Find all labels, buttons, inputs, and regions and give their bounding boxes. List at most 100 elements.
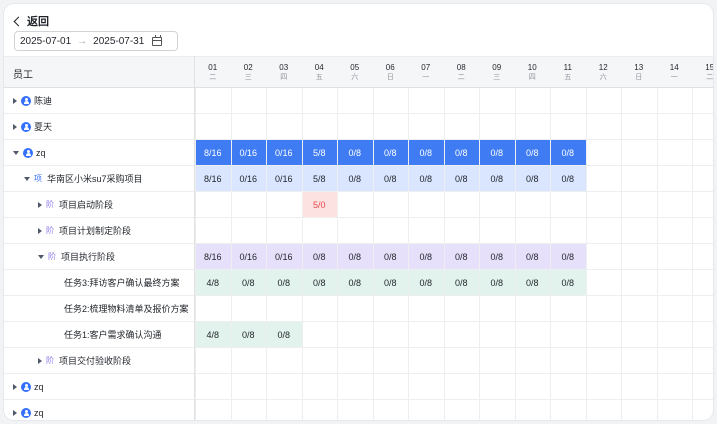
workload-cell[interactable]: 0/8	[479, 270, 515, 295]
back-button[interactable]: 返回	[13, 12, 49, 30]
date-range-picker[interactable]: 2025-07-01 → 2025-07-31	[14, 31, 178, 51]
task-row[interactable]: 任务3:拜访客户确认最终方案 4/8 0/8 0/8 0/8 0/8 0/8 0/8 0/8 0/…	[4, 270, 713, 296]
workload-cell[interactable]: 0/8	[266, 322, 302, 347]
phase-label[interactable]: 阶项目启动阶段	[38, 192, 113, 217]
person-row[interactable]: zq 8/16 0/16 0/16 5/8 0/8 0/8 0/8 0/8 0/8 0/8 0/8	[4, 140, 713, 166]
workload-cell[interactable]: 0/8	[230, 322, 266, 347]
phase-label[interactable]: 阶项目执行阶段	[38, 244, 115, 269]
phase-label[interactable]: 阶项目计划制定阶段	[38, 218, 131, 243]
task-label[interactable]: 任务2:梳理物料清单及报价方案	[64, 296, 189, 321]
workload-cell[interactable]: 0/8	[408, 140, 444, 165]
workload-cell[interactable]: 0/16	[266, 140, 302, 165]
workload-cell[interactable]: 0/8	[337, 270, 373, 295]
workload-cell[interactable]: 0/8	[443, 270, 479, 295]
workload-cell[interactable]: 4/8	[195, 322, 231, 347]
workload-cell[interactable]: 0/8	[408, 244, 444, 269]
person-label[interactable]: 夏天	[13, 114, 52, 139]
workload-cell[interactable]: 0/8	[337, 244, 373, 269]
workload-cell[interactable]: 8/16	[195, 244, 231, 269]
end-date[interactable]: 2025-07-31	[93, 36, 144, 47]
workload-cell[interactable]: 0/8	[372, 166, 408, 191]
workload-cell[interactable]: 0/8	[372, 244, 408, 269]
task-label[interactable]: 任务3:拜访客户确认最终方案	[64, 270, 180, 295]
workload-cell[interactable]: 0/8	[372, 270, 408, 295]
workload-cell[interactable]: 0/16	[230, 140, 266, 165]
workload-cell[interactable]: 5/8	[301, 166, 337, 191]
workload-cell[interactable]: 0/8	[337, 140, 373, 165]
person-row[interactable]: zq	[4, 374, 713, 400]
person-label[interactable]: zq	[13, 140, 46, 165]
weekday: 日	[635, 74, 643, 81]
caret-right-icon[interactable]	[38, 357, 42, 364]
workload-cell[interactable]: 0/8	[443, 166, 479, 191]
caret-down-icon[interactable]	[38, 254, 44, 259]
caret-right-icon[interactable]	[13, 123, 17, 130]
workload-cell[interactable]: 0/8	[408, 166, 444, 191]
grid-vline	[550, 88, 551, 420]
workload-cell[interactable]: 0/16	[266, 244, 302, 269]
day-header: 13 日	[621, 63, 657, 83]
workload-cell[interactable]: 0/8	[550, 140, 586, 165]
phase-row[interactable]: 阶项目交付验收阶段	[4, 348, 713, 374]
person-row[interactable]: 陈迪	[4, 88, 713, 114]
person-label[interactable]: zq	[13, 374, 44, 399]
workload-cell[interactable]: 0/8	[479, 166, 515, 191]
day-number: 08	[456, 63, 466, 72]
calendar-icon[interactable]	[152, 34, 163, 46]
workload-cell[interactable]: 0/8	[479, 140, 515, 165]
phase-tag: 阶	[46, 226, 54, 235]
caret-right-icon[interactable]	[13, 409, 17, 416]
grid-vline	[337, 88, 338, 420]
workload-card: 返回 2025-07-01 → 2025-07-31 员工 01 二 02 三 03 四 0…	[4, 4, 713, 420]
caret-right-icon[interactable]	[38, 227, 42, 234]
start-date[interactable]: 2025-07-01	[20, 36, 71, 47]
caret-right-icon[interactable]	[38, 201, 42, 208]
caret-down-icon[interactable]	[13, 150, 19, 155]
user-avatar-icon	[21, 95, 31, 106]
phase-row[interactable]: 阶项目计划制定阶段	[4, 218, 713, 244]
workload-cell[interactable]: 0/8	[266, 270, 302, 295]
caret-right-icon[interactable]	[13, 383, 17, 390]
weekday: 一	[670, 74, 678, 81]
workload-cell[interactable]: 5/0	[301, 192, 337, 217]
person-row[interactable]: 夏天	[4, 114, 713, 140]
workload-cell[interactable]: 0/8	[514, 166, 550, 191]
person-label[interactable]: zq	[13, 400, 44, 420]
workload-cell[interactable]: 0/8	[230, 270, 266, 295]
workload-cell[interactable]: 0/8	[301, 244, 337, 269]
workload-cell[interactable]: 0/8	[479, 244, 515, 269]
workload-cell[interactable]: 0/8	[408, 270, 444, 295]
workload-cell[interactable]: 8/16	[195, 166, 231, 191]
person-row[interactable]: zq	[4, 400, 713, 420]
workload-cell[interactable]: 0/8	[372, 140, 408, 165]
caret-right-icon[interactable]	[13, 97, 17, 104]
project-row[interactable]: 项华南区小米su7采购项目 8/16 0/16 0/16 5/8 0/8 0/8 0/8 0/8…	[4, 166, 713, 192]
workload-cell[interactable]: 0/16	[230, 244, 266, 269]
workload-cell[interactable]: 0/8	[514, 140, 550, 165]
workload-cell[interactable]: 0/8	[514, 270, 550, 295]
workload-cell[interactable]: 0/16	[266, 166, 302, 191]
workload-cell[interactable]: 0/8	[514, 244, 550, 269]
workload-cell[interactable]: 0/8	[443, 140, 479, 165]
caret-down-icon[interactable]	[24, 176, 30, 181]
workload-cell[interactable]: 0/8	[443, 244, 479, 269]
task-row[interactable]: 任务1:客户需求确认沟通 4/8 0/8 0/8	[4, 322, 713, 348]
workload-cell[interactable]: 0/8	[301, 270, 337, 295]
phase-label[interactable]: 阶项目交付验收阶段	[38, 348, 131, 373]
employee-column-header: 员工	[13, 70, 33, 81]
workload-cell[interactable]: 5/8	[301, 140, 337, 165]
workload-cell[interactable]: 0/8	[337, 166, 373, 191]
phase-row[interactable]: 阶项目启动阶段 5/0	[4, 192, 713, 218]
project-label[interactable]: 项华南区小米su7采购项目	[24, 166, 143, 191]
phase-row[interactable]: 阶项目执行阶段 8/16 0/16 0/16 0/8 0/8 0/8 0/8 0/8 0/8 0/8…	[4, 244, 713, 270]
workload-cell[interactable]: 0/8	[550, 244, 586, 269]
workload-cell[interactable]: 8/16	[195, 140, 231, 165]
workload-cell[interactable]: 4/8	[195, 270, 231, 295]
workload-cell[interactable]: 0/8	[550, 270, 586, 295]
task-row[interactable]: 任务2:梳理物料清单及报价方案	[4, 296, 713, 322]
workload-cell[interactable]: 0/8	[550, 166, 586, 191]
workload-cell[interactable]: 0/16	[230, 166, 266, 191]
phase-name: 项目计划制定阶段	[59, 226, 132, 236]
person-label[interactable]: 陈迪	[13, 88, 52, 113]
task-label[interactable]: 任务1:客户需求确认沟通	[64, 322, 162, 347]
